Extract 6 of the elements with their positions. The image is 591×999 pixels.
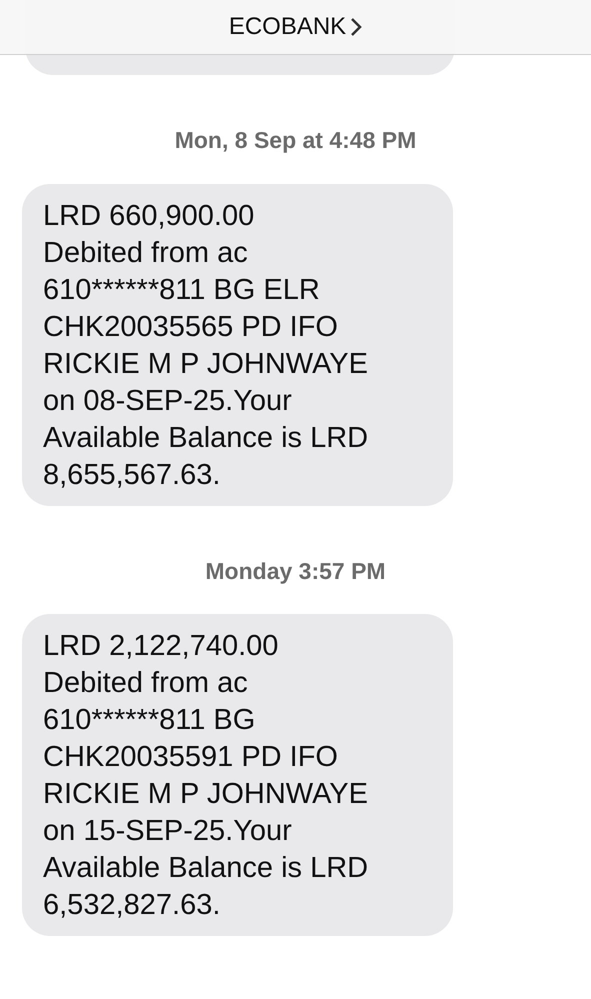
message-timestamp: Monday 3:57 PM [205, 556, 386, 586]
contact-name-button[interactable]: ECOBANK [228, 9, 362, 45]
message-timestamp: Mon, 8 Sep at 4:48 PM [174, 126, 416, 155]
chevron-right-icon [350, 17, 362, 37]
message-bubble: LRD 660,900.00 Debited from ac 610******811 BG ELR CHK20035565 PD IFO RICKIE M P JOHNWAYE on 08-SEP-25.Your Available Balance is LRD 8,655,567.63. [22, 184, 453, 506]
message-bubble: LRD 2,122,740.00 Debited from ac 610******811 BG CHK20035591 PD IFO RICKIE M P JOHNWAYE on 15-SEP-25.Your Available Balance is LRD 6,532,827.63. [22, 614, 453, 936]
